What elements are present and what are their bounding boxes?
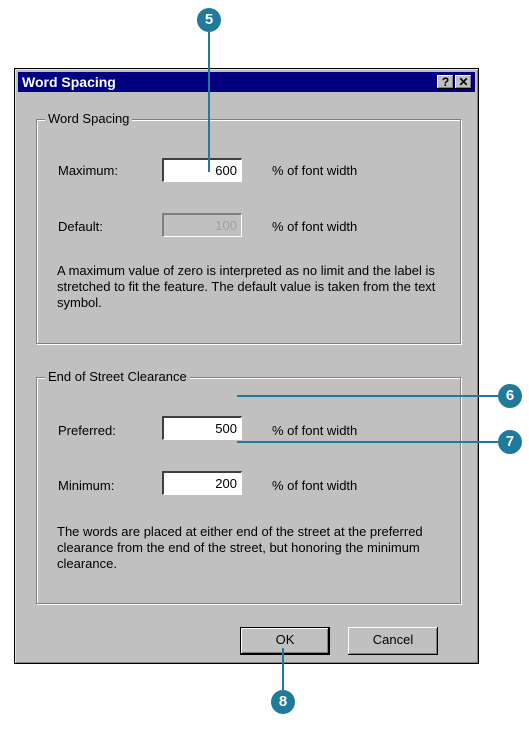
callout-7: 7 — [498, 430, 522, 454]
callout-leaders — [208, 32, 500, 690]
callout-8: 8 — [271, 690, 295, 714]
callout-5: 5 — [197, 8, 221, 32]
callout-6: 6 — [498, 384, 522, 408]
